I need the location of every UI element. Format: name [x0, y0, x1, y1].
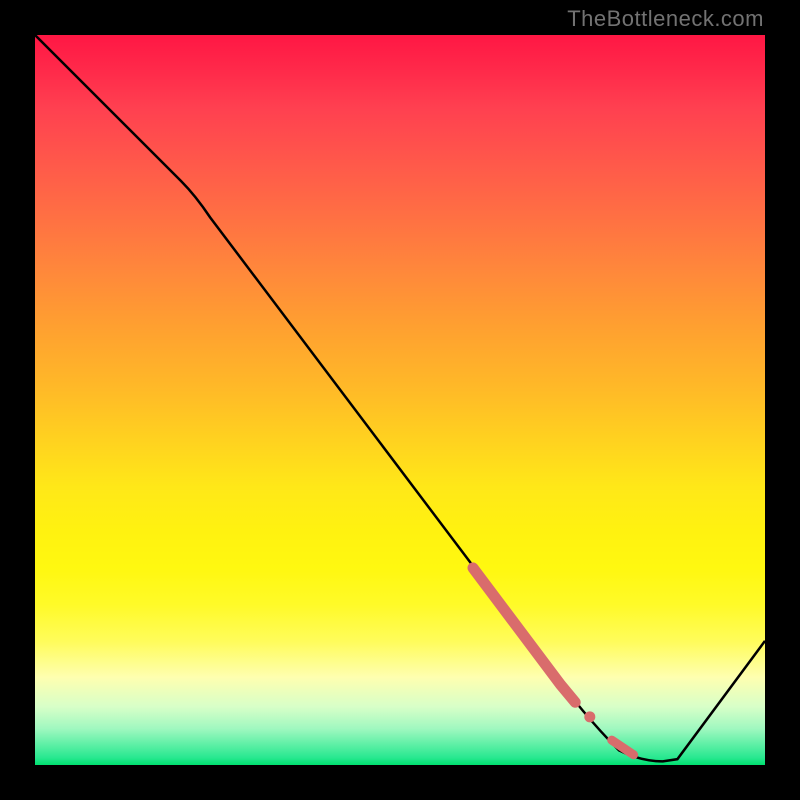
bottleneck-curve [35, 35, 765, 761]
chart-svg [35, 35, 765, 765]
chart-container: TheBottleneck.com [0, 0, 800, 800]
highlight-dash [612, 740, 634, 755]
plot-area [35, 35, 765, 765]
watermark-text: TheBottleneck.com [567, 6, 764, 32]
highlight-segment [473, 568, 575, 702]
highlight-dot [584, 711, 595, 722]
